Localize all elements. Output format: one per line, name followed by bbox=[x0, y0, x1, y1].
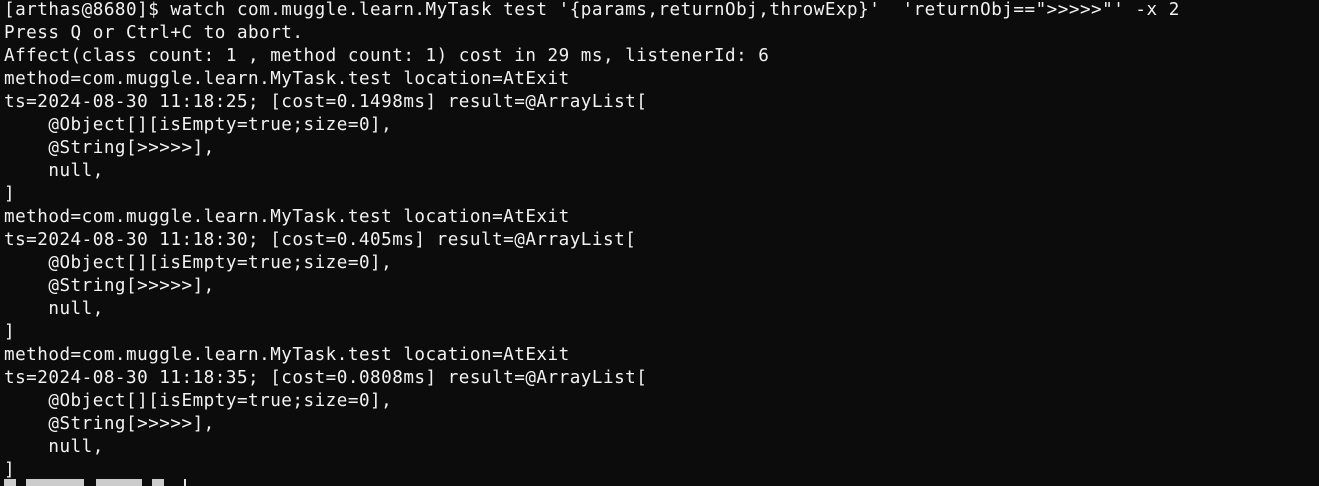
result-timestamp-line: ts=2024-08-30 11:18:35; [cost=0.0808ms] … bbox=[4, 368, 648, 388]
result-params-line: @Object[][isEmpty=true;size=0], bbox=[4, 391, 393, 411]
result-params-line: @Object[][isEmpty=true;size=0], bbox=[4, 253, 393, 273]
result-params-line: @Object[][isEmpty=true;size=0], bbox=[4, 115, 393, 135]
terminal-window[interactable]: [arthas@8680]$ watch com.muggle.learn.My… bbox=[0, 0, 1319, 486]
method-location-line: method=com.muggle.learn.MyTask.test loca… bbox=[4, 207, 570, 227]
method-location-line: method=com.muggle.learn.MyTask.test loca… bbox=[4, 345, 570, 365]
text-cursor bbox=[184, 479, 186, 486]
result-close-line: ] bbox=[4, 184, 16, 204]
next-prompt-partial bbox=[4, 479, 194, 486]
method-location-line: method=com.muggle.learn.MyTask.test loca… bbox=[4, 69, 570, 89]
result-throwexp-line: null, bbox=[4, 299, 104, 319]
result-throwexp-line: null, bbox=[4, 161, 104, 181]
result-timestamp-line: ts=2024-08-30 11:18:25; [cost=0.1498ms] … bbox=[4, 92, 648, 112]
result-throwexp-line: null, bbox=[4, 437, 104, 457]
result-timestamp-line: ts=2024-08-30 11:18:30; [cost=0.405ms] r… bbox=[4, 230, 637, 250]
command-prompt-line: [arthas@8680]$ watch com.muggle.learn.My… bbox=[4, 0, 1180, 20]
terminal-output: [arthas@8680]$ watch com.muggle.learn.My… bbox=[4, 0, 1180, 482]
result-returnobj-line: @String[>>>>>], bbox=[4, 138, 215, 158]
result-close-line: ] bbox=[4, 322, 16, 342]
affect-summary-line: Affect(class count: 1 , method count: 1)… bbox=[4, 46, 770, 66]
abort-hint-line: Press Q or Ctrl+C to abort. bbox=[4, 23, 304, 43]
result-returnobj-line: @String[>>>>>], bbox=[4, 414, 215, 434]
result-returnobj-line: @String[>>>>>], bbox=[4, 276, 215, 296]
